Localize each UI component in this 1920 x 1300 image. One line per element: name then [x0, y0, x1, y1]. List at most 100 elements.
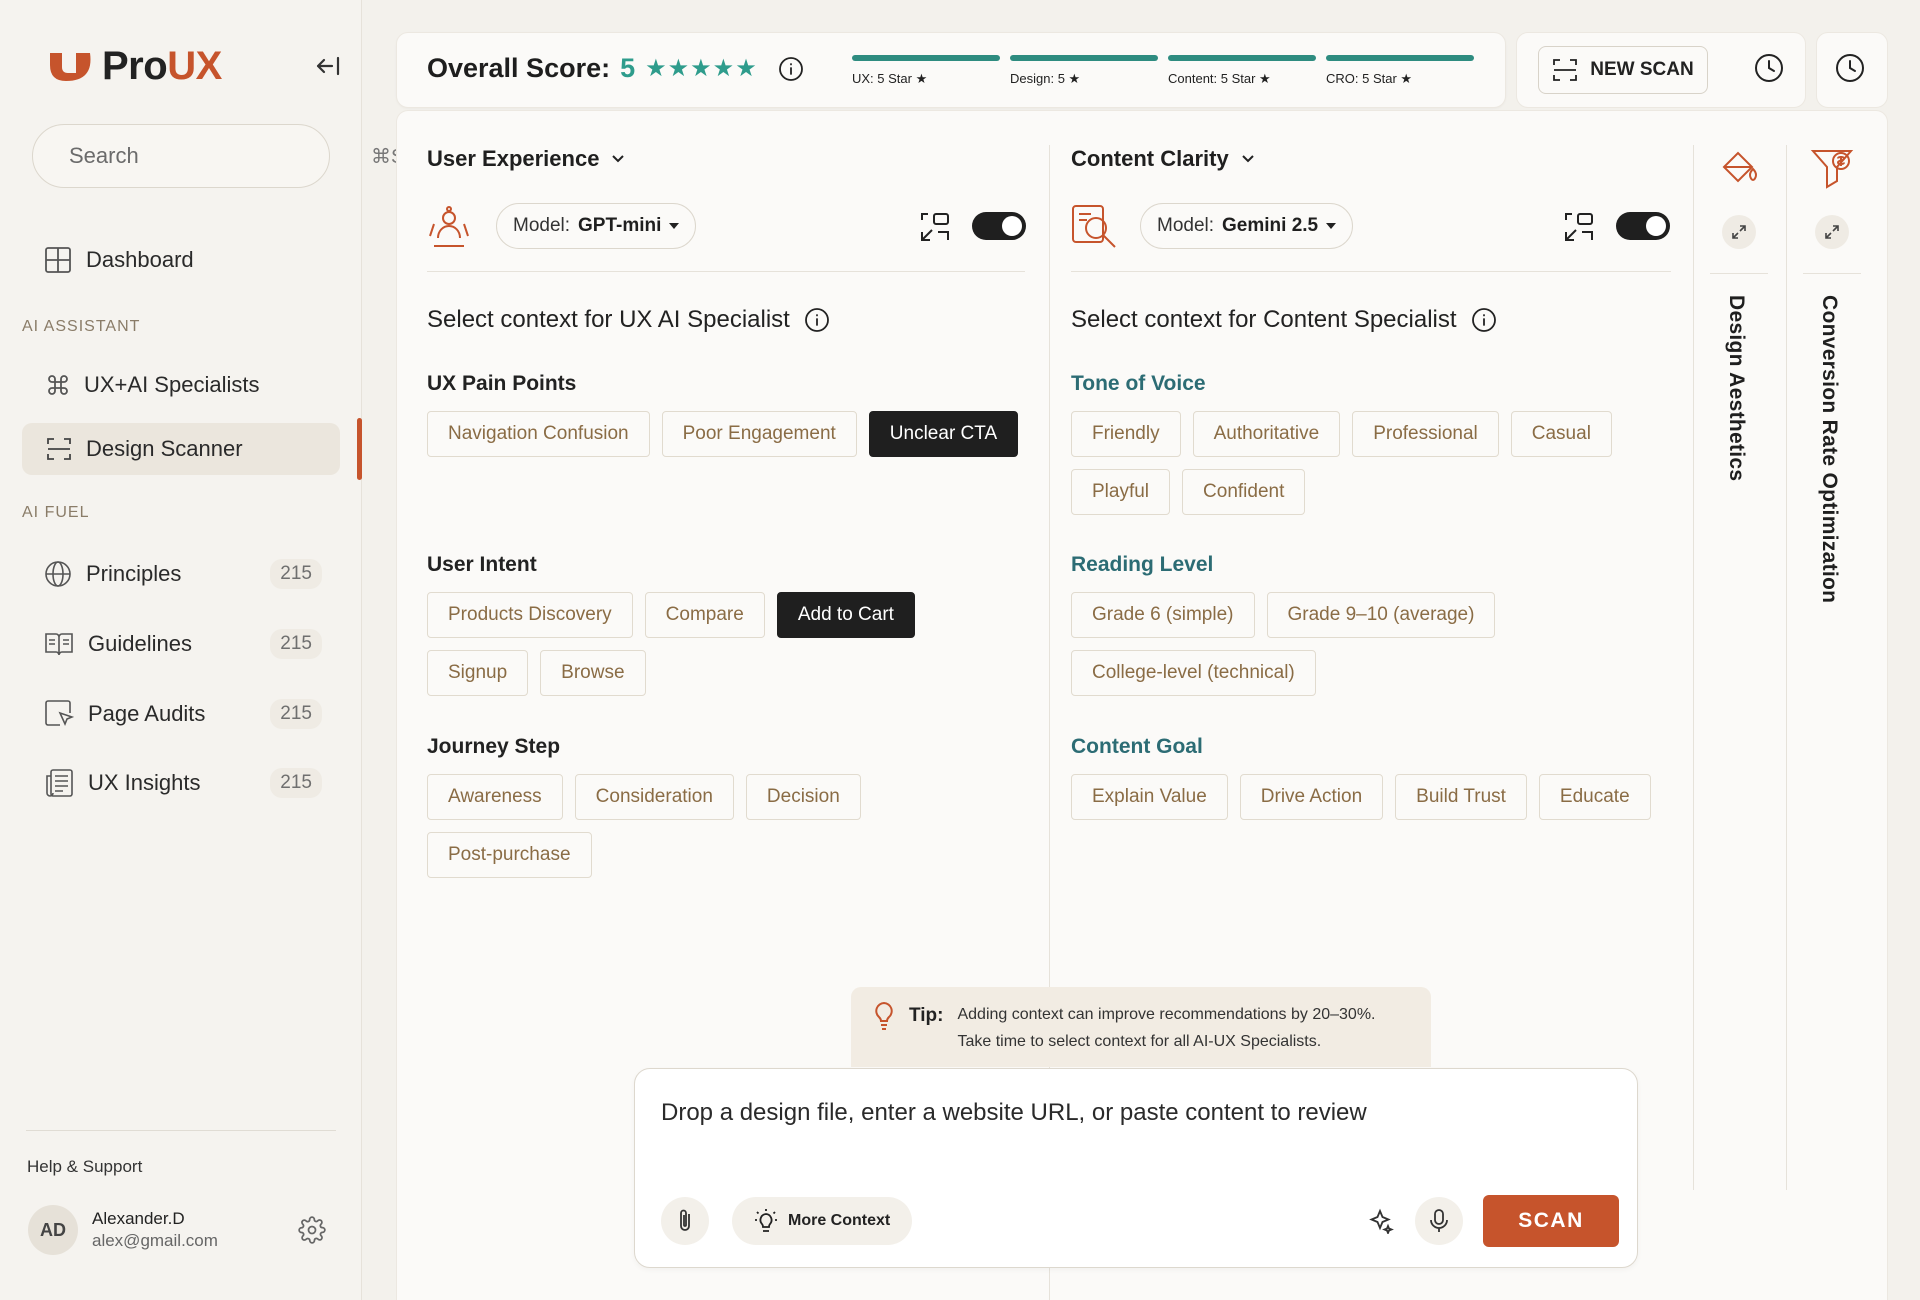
overall-score-label: Overall Score:	[427, 53, 611, 83]
chip-drive-action[interactable]: Drive Action	[1239, 774, 1384, 820]
search-box[interactable]: ⌘S	[32, 124, 404, 188]
chip-casual[interactable]: Casual	[1510, 411, 1612, 457]
info-icon[interactable]	[1471, 307, 1497, 333]
content-panel-title-dropdown[interactable]: Content Clarity	[1071, 146, 1255, 172]
chip-authoritative[interactable]: Authoritative	[1192, 411, 1341, 457]
panel-title: User Experience	[427, 146, 600, 171]
chip-educate[interactable]: Educate	[1538, 774, 1651, 820]
chip-playful[interactable]: Playful	[1071, 469, 1171, 515]
chip-group-tone-of-voice: Friendly Authoritative Professional Casu…	[1071, 411, 1671, 515]
chip-navigation-confusion[interactable]: Navigation Confusion	[427, 411, 650, 457]
design-aesthetics-panel[interactable]: Design Aesthetics	[1693, 145, 1783, 1190]
arrow-left-bar-icon	[316, 56, 340, 76]
sidebar-item-label: Principles	[86, 561, 182, 586]
overall-score: Overall Score: 5 ★★★★★	[427, 53, 804, 84]
user-name: Alexander.D	[92, 1209, 185, 1228]
content-specialist-toggle[interactable]	[1616, 212, 1670, 240]
attach-button[interactable]	[661, 1197, 709, 1245]
user-profile[interactable]: AD Alexander.D alex@gmail.com	[28, 1205, 218, 1255]
group-title-content-goal: Content Goal	[1071, 735, 1203, 758]
search-input[interactable]	[69, 143, 357, 169]
chip-confident[interactable]: Confident	[1182, 469, 1306, 515]
more-context-button[interactable]: More Context	[732, 1197, 913, 1245]
chip-compare[interactable]: Compare	[644, 592, 765, 638]
chip-build-trust[interactable]: Build Trust	[1395, 774, 1527, 820]
page-cursor-icon	[45, 700, 74, 727]
chip-products-discovery[interactable]: Products Discovery	[427, 592, 633, 638]
sidebar-item-ux-ai-specialists[interactable]: UX+AI Specialists	[22, 359, 340, 411]
help-support-link[interactable]: Help & Support	[27, 1157, 142, 1177]
ai-sparkle-button[interactable]	[1357, 1197, 1405, 1245]
progress-bar	[852, 55, 1000, 61]
collapse-sidebar-button[interactable]	[312, 50, 344, 82]
group-title-user-intent: User Intent	[427, 553, 537, 576]
logo-text-pro: Pro	[102, 44, 168, 88]
sidebar-item-ux-insights[interactable]: UX Insights 215	[22, 757, 340, 809]
more-context-label: More Context	[788, 1212, 891, 1229]
history-button[interactable]	[1753, 52, 1789, 88]
context-heading-text: Select context for Content Specialist	[1071, 306, 1457, 333]
chip-decision[interactable]: Decision	[745, 774, 861, 820]
sidebar-item-page-audits[interactable]: Page Audits 215	[22, 688, 340, 740]
sidebar-item-dashboard[interactable]: Dashboard	[22, 234, 340, 286]
ux-specialist-toggle[interactable]	[972, 212, 1026, 240]
group-title-tone-of-voice: Tone of Voice	[1071, 372, 1206, 395]
swap-layout-icon[interactable]	[918, 210, 952, 244]
progress-bar	[1326, 55, 1474, 61]
caret-down-icon	[669, 223, 680, 229]
chip-signup[interactable]: Signup	[427, 650, 529, 696]
panel-label: Design Aesthetics	[1725, 295, 1748, 482]
chip-grade-9-10[interactable]: Grade 9–10 (average)	[1266, 592, 1496, 638]
microphone-button[interactable]	[1415, 1197, 1463, 1245]
composer-input[interactable]: Drop a design file, enter a website URL,…	[661, 1099, 1367, 1127]
model-value: GPT-mini	[578, 215, 662, 236]
tip-label: Tip:	[909, 1005, 944, 1026]
chip-add-to-cart[interactable]: Add to Cart	[776, 592, 915, 638]
expand-button[interactable]	[1722, 215, 1756, 249]
chip-grade-6[interactable]: Grade 6 (simple)	[1071, 592, 1255, 638]
expand-button[interactable]	[1815, 215, 1849, 249]
divider	[1071, 271, 1671, 272]
cro-score: CRO: 5 Star ★	[1326, 55, 1474, 87]
star-rating: ★★★★★	[645, 55, 758, 82]
sidebar-item-label: Dashboard	[86, 247, 194, 272]
chip-friendly[interactable]: Friendly	[1071, 411, 1181, 457]
group-title-journey-step: Journey Step	[427, 735, 561, 758]
chip-group-content-goal: Explain Value Drive Action Build Trust E…	[1071, 774, 1671, 820]
recent-scans-button[interactable]	[1834, 52, 1870, 88]
new-scan-button[interactable]: NEW SCAN	[1538, 46, 1708, 94]
group-title-reading-level: Reading Level	[1071, 553, 1214, 576]
chip-explain-value[interactable]: Explain Value	[1071, 774, 1228, 820]
chip-professional[interactable]: Professional	[1352, 411, 1499, 457]
chip-unclear-cta[interactable]: Unclear CTA	[868, 411, 1019, 457]
ux-model-select[interactable]: Model: GPT-mini	[496, 203, 697, 249]
content-model-select[interactable]: Model: Gemini 2.5	[1140, 203, 1354, 249]
design-input-composer[interactable]: Drop a design file, enter a website URL,…	[634, 1068, 1638, 1268]
chip-consideration[interactable]: Consideration	[574, 774, 734, 820]
chip-post-purchase[interactable]: Post-purchase	[427, 832, 592, 878]
chip-poor-engagement[interactable]: Poor Engagement	[661, 411, 857, 457]
scan-button[interactable]: SCAN	[1483, 1195, 1619, 1247]
scan-frame-icon	[1553, 59, 1578, 81]
sidebar-item-design-scanner[interactable]: Design Scanner	[22, 423, 340, 475]
sidebar-divider	[26, 1130, 336, 1131]
score-label: CRO: 5 Star ★	[1326, 71, 1413, 86]
info-icon[interactable]	[804, 307, 830, 333]
chip-browse[interactable]: Browse	[540, 650, 646, 696]
chip-college-level[interactable]: College-level (technical)	[1071, 650, 1316, 696]
sidebar-item-guidelines[interactable]: Guidelines 215	[22, 618, 340, 670]
command-icon	[48, 375, 68, 395]
conversion-rate-optimization-panel[interactable]: Conversion Rate Optimization	[1786, 145, 1886, 1190]
swap-layout-icon[interactable]	[1562, 210, 1596, 244]
settings-button[interactable]	[298, 1216, 328, 1246]
chip-awareness[interactable]: Awareness	[427, 774, 563, 820]
logo[interactable]: ProUX	[48, 44, 222, 89]
divider	[1710, 273, 1768, 274]
user-email: alex@gmail.com	[92, 1231, 218, 1250]
score-label: UX: 5 Star ★	[852, 71, 928, 86]
content-score: Content: 5 Star ★	[1168, 55, 1316, 87]
scan-frame-icon	[47, 438, 71, 460]
sidebar-item-principles[interactable]: Principles 215	[22, 548, 340, 600]
ux-panel-title-dropdown[interactable]: User Experience	[427, 146, 625, 172]
info-icon[interactable]	[778, 56, 804, 82]
